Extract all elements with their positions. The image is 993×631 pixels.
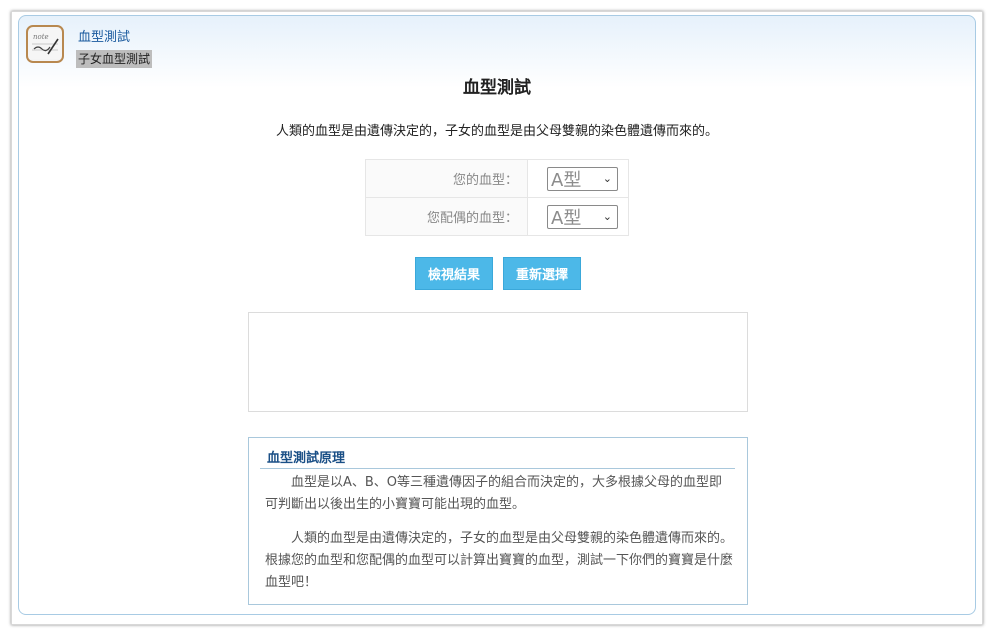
- chevron-down-icon: ⌄: [602, 172, 612, 185]
- principle-paragraph-1: 血型是以A、B、O等三種遺傳因子的組合而決定的，大多根據父母的血型即可判斷出以後…: [265, 475, 723, 512]
- principle-text: 血型是以A、B、O等三種遺傳因子的組合而決定的，大多根據父母的血型即可判斷出以後…: [265, 472, 735, 606]
- spouse-blood-type-cell: A型 ⌄: [527, 197, 629, 236]
- app-title-link[interactable]: 血型測試: [78, 30, 130, 46]
- spouse-blood-type-row: 您配偶的血型： A型 ⌄: [365, 197, 629, 236]
- window-frame: note 血型測試 子女血型測試 血型測試 人類的血型是由遺傳決定的，子女的血型…: [11, 11, 983, 625]
- spouse-blood-type-label: 您配偶的血型：: [365, 197, 528, 236]
- your-blood-type-label: 您的血型：: [365, 159, 528, 198]
- chevron-down-icon: ⌄: [602, 210, 612, 223]
- page-title: 血型測試: [463, 78, 531, 98]
- result-area: [248, 312, 748, 412]
- intro-text: 人類的血型是由遺傳決定的，子女的血型是由父母雙親的染色體遺傳而來的。: [275, 124, 718, 139]
- your-blood-type-select[interactable]: A型 ⌄: [547, 166, 618, 191]
- principle-title: 血型測試原理: [260, 445, 735, 469]
- notepad-icon: note: [26, 25, 64, 63]
- svg-text:note: note: [33, 33, 49, 41]
- app-subtitle: 子女血型測試: [76, 50, 153, 68]
- your-blood-type-value: A型: [551, 169, 582, 191]
- your-blood-type-row: 您的血型： A型 ⌄: [365, 159, 629, 198]
- blood-type-form: 您的血型： A型 ⌄ 您配偶的血型： A型 ⌄: [365, 159, 629, 236]
- spouse-blood-type-value: A型: [551, 207, 582, 229]
- your-blood-type-cell: A型 ⌄: [527, 159, 629, 198]
- principle-paragraph-2: 人類的血型是由遺傳決定的，子女的血型是由父母雙親的染色體遺傳而來的。根據您的血型…: [265, 531, 734, 590]
- spouse-blood-type-select[interactable]: A型 ⌄: [547, 204, 618, 229]
- reset-button[interactable]: 重新選擇: [503, 257, 581, 290]
- principle-panel: 血型測試原理 血型是以A、B、O等三種遺傳因子的組合而決定的，大多根據父母的血型…: [248, 437, 748, 605]
- app-card: note 血型測試 子女血型測試 血型測試 人類的血型是由遺傳決定的，子女的血型…: [18, 15, 976, 615]
- view-result-button[interactable]: 檢視結果: [415, 257, 493, 290]
